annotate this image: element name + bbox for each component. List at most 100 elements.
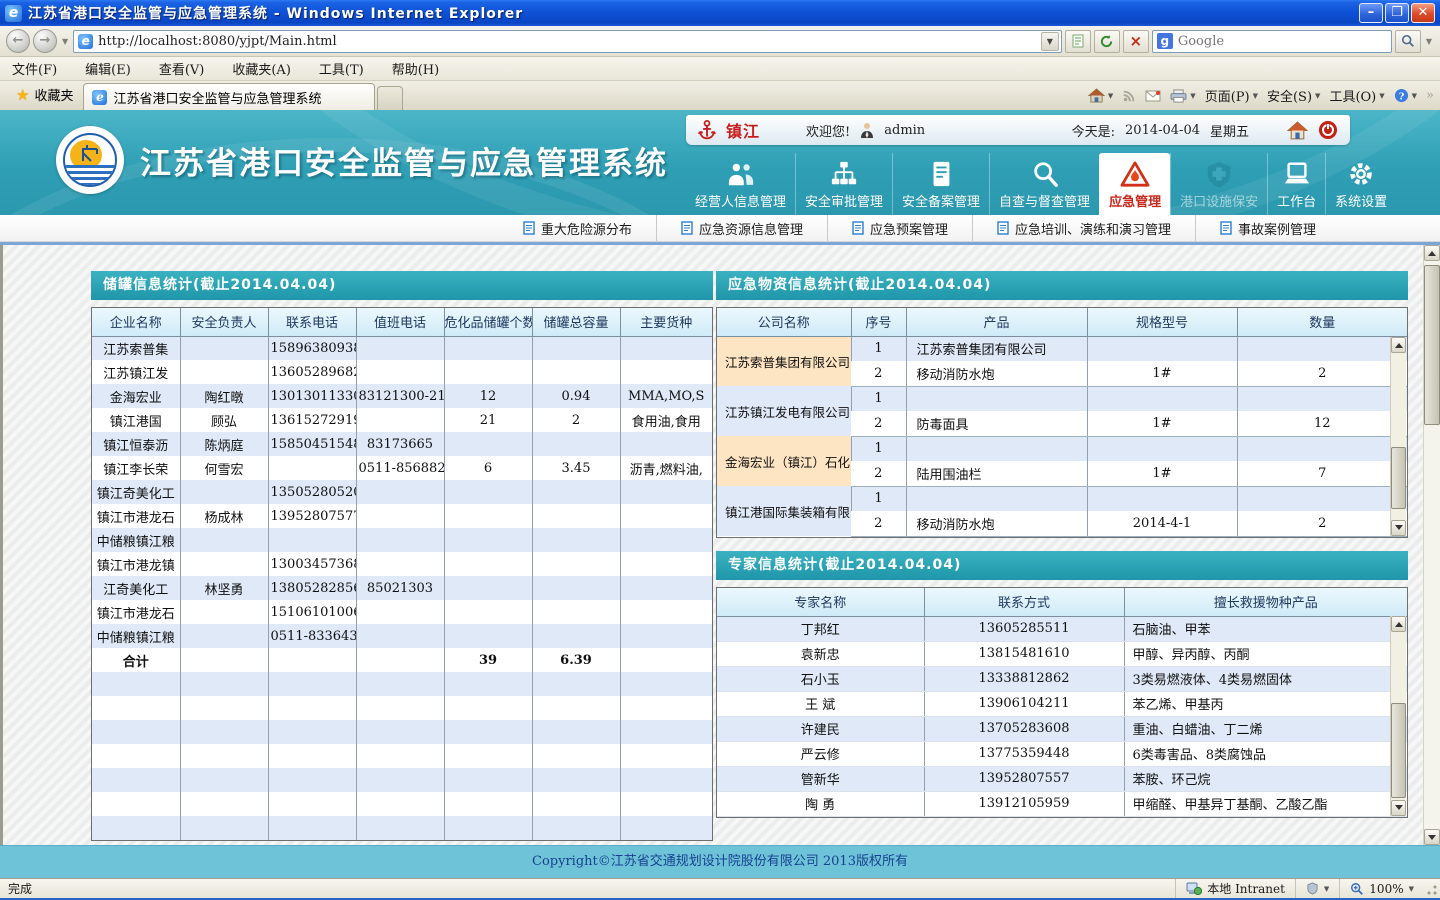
page-menu-button[interactable]: 页面(P)▼ (1205, 86, 1258, 105)
scroll-up-button[interactable] (1391, 337, 1406, 353)
app-title: 江苏省港口安全监管与应急管理系统 (140, 138, 668, 183)
subnav-label: 事故案例管理 (1238, 219, 1316, 238)
nav-label: 经营人信息管理 (695, 191, 786, 210)
zoom-control[interactable]: 100% ▼ (1339, 879, 1424, 898)
scroll-up-button[interactable] (1391, 616, 1406, 632)
table-cell (268, 456, 356, 480)
scroll-down-button[interactable] (1391, 800, 1406, 816)
refresh-button[interactable] (1094, 30, 1120, 53)
subnav-hazard-distribution[interactable]: 重大危险源分布 (499, 215, 656, 241)
nav-item-workbench[interactable]: 工作台 (1267, 153, 1325, 215)
nav-item-safety-record[interactable]: 安全备案管理 (892, 153, 989, 215)
crane-icon (77, 143, 105, 165)
table-cell: 杨成林 (180, 504, 268, 528)
scroll-thumb[interactable] (1391, 703, 1406, 798)
scroll-down-button[interactable] (1424, 829, 1440, 845)
subnav-resource-info[interactable]: 应急资源信息管理 (656, 215, 827, 241)
subnav-training-drill[interactable]: 应急培训、演练和演习管理 (972, 215, 1195, 241)
table-cell: 重油、白蜡油、丁二烯 (1124, 716, 1407, 741)
tank-row: 镇江港国顾弘13615272919212食用油,食用 (92, 408, 712, 432)
column-header: 专家名称 (717, 588, 924, 616)
doc-icon (997, 221, 1009, 235)
experts-scrollbar[interactable] (1390, 616, 1406, 816)
url-input[interactable] (98, 34, 1036, 49)
menu-help[interactable]: 帮助(H) (392, 59, 439, 78)
safety-menu-button[interactable]: 安全(S)▼ (1267, 86, 1320, 105)
url-dropdown-icon[interactable]: ▼ (1041, 32, 1059, 51)
scroll-thumb[interactable] (1424, 265, 1440, 425)
tools-menu-button[interactable]: 工具(O)▼ (1329, 86, 1384, 105)
feeds-button[interactable] (1122, 89, 1136, 103)
tank-empty-row (92, 744, 712, 768)
table-cell: 镇江市港龙石 (92, 600, 180, 624)
scroll-down-button[interactable] (1391, 520, 1406, 536)
compatibility-view-button[interactable] (1065, 30, 1091, 53)
experts-header-row: 专家名称联系方式擅长救援物种产品 (717, 588, 1407, 616)
gear-icon (1345, 160, 1377, 188)
table-cell (268, 648, 356, 672)
resize-grip[interactable] (1424, 882, 1438, 896)
nav-item-operator-info[interactable]: 经营人信息管理 (686, 153, 795, 215)
main-nav: 经营人信息管理 安全审批管理 安全备案管理 自查与督查管理 应急管理 港口设施保… (686, 153, 1440, 215)
table-cell: 管新华 (717, 766, 924, 791)
minimize-button[interactable]: – (1359, 3, 1383, 23)
table-cell (180, 792, 268, 816)
table-cell (444, 552, 532, 576)
help-button[interactable]: ? ▼ (1394, 88, 1417, 103)
subnav-accident-cases[interactable]: 事故案例管理 (1195, 215, 1340, 241)
table-cell (444, 720, 532, 744)
table-cell: 1# (1087, 411, 1237, 436)
nav-item-port-security[interactable]: 港口设施保安 (1170, 153, 1267, 215)
menu-favorites[interactable]: 收藏夹(A) (232, 59, 291, 78)
command-bar-overflow[interactable]: » (1426, 88, 1434, 103)
supplies-scrollbar[interactable] (1390, 337, 1406, 536)
history-dropdown-icon[interactable]: ▼ (60, 37, 70, 46)
nav-item-emergency-management[interactable]: 应急管理 (1099, 153, 1170, 215)
page-scrollbar[interactable] (1423, 245, 1440, 845)
scroll-up-button[interactable] (1424, 245, 1440, 261)
window-titlebar: e 江苏省港口安全监管与应急管理系统 - Windows Internet Ex… (0, 0, 1440, 26)
table-cell: 江奇美化工 (92, 576, 180, 600)
nav-item-inspection[interactable]: 自查与督查管理 (989, 153, 1099, 215)
restore-button[interactable]: ❐ (1385, 3, 1409, 23)
search-dropdown-icon[interactable]: ▼ (1424, 37, 1434, 46)
new-tab-button[interactable] (377, 86, 403, 110)
menu-tools[interactable]: 工具(T) (319, 59, 364, 78)
nav-item-safety-approval[interactable]: 安全审批管理 (795, 153, 892, 215)
table-cell: 13906104211 (924, 691, 1124, 716)
table-cell: 13705283608 (924, 716, 1124, 741)
menu-view[interactable]: 查看(V) (159, 59, 205, 78)
help-dropdown-icon: ▼ (1412, 92, 1417, 100)
doc-icon (1220, 221, 1232, 235)
back-button[interactable]: ← (6, 29, 30, 53)
menu-edit[interactable]: 编辑(E) (85, 59, 131, 78)
home-button[interactable]: ▼ (1088, 88, 1113, 103)
home-shortcut-button[interactable] (1287, 121, 1308, 140)
subnav-plan-management[interactable]: 应急预案管理 (827, 215, 972, 241)
stop-button[interactable]: × (1123, 30, 1149, 53)
nav-item-system-settings[interactable]: 系统设置 (1325, 153, 1396, 215)
protected-mode-control[interactable]: ▼ (1295, 879, 1339, 898)
forward-button[interactable]: → (33, 29, 57, 53)
url-field-container: e ▼ (73, 30, 1062, 53)
subnav-label: 重大危险源分布 (541, 219, 632, 238)
supplies-panel-title: 应急物资信息统计(截止2014.04.04) (716, 271, 1408, 300)
table-cell (268, 528, 356, 552)
search-button[interactable] (1395, 30, 1421, 53)
table-cell: 王 斌 (717, 691, 924, 716)
table-cell (620, 624, 712, 648)
scroll-thumb[interactable] (1391, 447, 1406, 509)
favorites-button[interactable]: ★ 收藏夹 (6, 81, 83, 110)
print-button[interactable]: ▼ (1170, 89, 1195, 103)
menu-file[interactable]: 文件(F) (12, 59, 57, 78)
search-input[interactable] (1178, 34, 1387, 49)
table-cell: 袁新忠 (717, 641, 924, 666)
table-cell (620, 480, 712, 504)
table-cell (356, 528, 444, 552)
active-tab[interactable]: e 江苏省港口安全监管与应急管理系统 (83, 83, 375, 110)
mail-button[interactable] (1145, 90, 1161, 102)
close-button[interactable]: ✕ (1411, 3, 1435, 23)
table-cell (356, 408, 444, 432)
logout-button[interactable] (1318, 120, 1338, 140)
page-content: 储罐信息统计(截止2014.04.04) 企业名称安全负责人联系电话值班电话危化… (0, 245, 1440, 845)
